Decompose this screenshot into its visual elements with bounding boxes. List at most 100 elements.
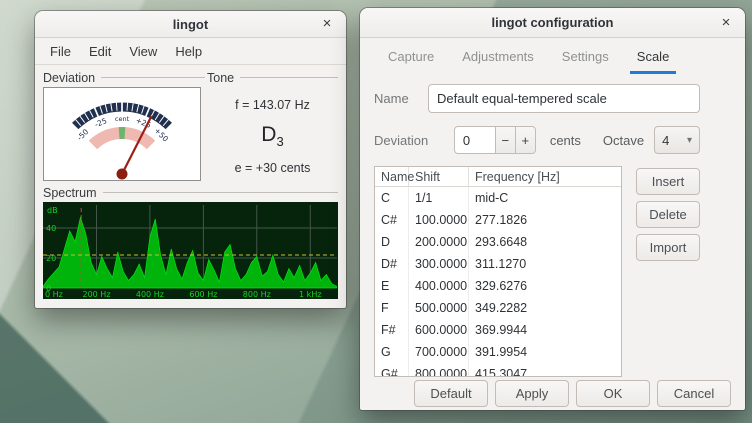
svg-text:-25: -25 <box>93 116 108 129</box>
name-label: Name <box>374 91 428 106</box>
desktop: lingot × File Edit View Help Deviation -… <box>0 0 752 423</box>
tab-bar: Capture Adjustments Settings Scale <box>360 38 745 74</box>
cell-shift: 1/1 <box>409 187 469 209</box>
scale-table: Name Shift Frequency [Hz] C 1/1 mid-C C#… <box>374 166 622 377</box>
svg-text:600 Hz: 600 Hz <box>189 290 217 299</box>
deviation-input[interactable] <box>454 126 496 154</box>
lingot-config-window: lingot configuration × Capture Adjustmen… <box>360 8 745 410</box>
octave-dropdown[interactable]: 4 ▾ <box>654 126 700 154</box>
cell-shift: 500.0000 <box>409 297 469 319</box>
cell-frequency: 293.6648 <box>469 231 621 253</box>
menu-file[interactable]: File <box>41 41 80 62</box>
svg-text:dB: dB <box>47 206 58 215</box>
cell-frequency: 349.2282 <box>469 297 621 319</box>
menu-edit[interactable]: Edit <box>80 41 120 62</box>
column-header-shift[interactable]: Shift <box>409 167 469 186</box>
spectrum-frame: Spectrum dB020400 Hz200 Hz400 Hz600 Hz80… <box>35 181 346 299</box>
menu-help[interactable]: Help <box>166 41 211 62</box>
svg-text:1 kHz: 1 kHz <box>299 290 321 299</box>
table-row[interactable]: E 400.0000 329.6276 <box>375 275 621 297</box>
cell-frequency: 391.9954 <box>469 341 621 363</box>
tone-frame: Tone f = 143.07 Hz D3 e = +30 cents <box>207 69 338 181</box>
cell-shift: 100.0000 <box>409 209 469 231</box>
menubar: File Edit View Help <box>35 38 346 65</box>
note-readout: D3 <box>261 123 283 149</box>
svg-text:200 Hz: 200 Hz <box>82 290 110 299</box>
dialog-action-buttons: Default Apply OK Cancel <box>414 380 731 407</box>
deviation-frame: Deviation -50-25cent+25+50 <box>43 69 205 181</box>
table-row[interactable]: C 1/1 mid-C <box>375 187 621 209</box>
octave-label: Octave <box>603 133 644 148</box>
deviation-frame-label-text: Deviation <box>43 71 95 85</box>
spectrum-plot: dB020400 Hz200 Hz400 Hz600 Hz800 Hz1 kHz <box>43 202 338 299</box>
cents-label: cents <box>550 133 581 148</box>
tab-settings[interactable]: Settings <box>548 38 623 74</box>
cell-frequency: 277.1826 <box>469 209 621 231</box>
note-octave: 3 <box>276 135 283 150</box>
scale-name-input[interactable] <box>428 84 700 113</box>
cell-frequency: 415.3047 <box>469 363 621 377</box>
tone-display: f = 143.07 Hz D3 e = +30 cents <box>207 86 338 181</box>
insert-button[interactable]: Insert <box>636 168 700 195</box>
delete-button[interactable]: Delete <box>636 201 700 228</box>
cell-shift: 700.0000 <box>409 341 469 363</box>
menu-view[interactable]: View <box>120 41 166 62</box>
tab-scale[interactable]: Scale <box>623 38 684 74</box>
svg-text:40: 40 <box>46 224 56 233</box>
main-window-title: lingot <box>173 17 208 32</box>
cancel-button[interactable]: Cancel <box>657 380 731 407</box>
tuner-panels: Deviation -50-25cent+25+50 Tone f = 143.… <box>35 65 346 181</box>
gauge-pivot <box>117 169 128 180</box>
table-row[interactable]: D# 300.0000 311.1270 <box>375 253 621 275</box>
tab-capture[interactable]: Capture <box>374 38 448 74</box>
cell-shift: 200.0000 <box>409 231 469 253</box>
deviation-row: Deviation − + cents Octave 4 ▾ <box>374 126 700 154</box>
svg-text:400 Hz: 400 Hz <box>136 290 164 299</box>
cell-name: D <box>375 231 409 253</box>
cell-name: D# <box>375 253 409 275</box>
cell-frequency: 311.1270 <box>469 253 621 275</box>
tone-frame-label: Tone <box>207 69 338 86</box>
close-icon[interactable]: × <box>317 14 337 34</box>
cell-shift: 800.0000 <box>409 363 469 377</box>
cell-shift: 300.0000 <box>409 253 469 275</box>
table-row[interactable]: G 700.0000 391.9954 <box>375 341 621 363</box>
cell-name: C <box>375 187 409 209</box>
spectrum-frame-label: Spectrum <box>43 184 338 201</box>
apply-button[interactable]: Apply <box>495 380 569 407</box>
config-window-titlebar[interactable]: lingot configuration × <box>360 8 745 38</box>
column-header-name[interactable]: Name <box>375 167 409 186</box>
table-row[interactable]: F# 600.0000 369.9944 <box>375 319 621 341</box>
note-name: D <box>261 123 276 146</box>
default-button[interactable]: Default <box>414 380 488 407</box>
spectrum-frame-label-text: Spectrum <box>43 186 97 200</box>
table-body: C 1/1 mid-C C# 100.0000 277.1826 D 200.0… <box>375 187 621 377</box>
svg-text:20: 20 <box>46 254 56 263</box>
tab-adjustments[interactable]: Adjustments <box>448 38 548 74</box>
ok-button[interactable]: OK <box>576 380 650 407</box>
spin-plus-button[interactable]: + <box>516 126 536 154</box>
cell-name: E <box>375 275 409 297</box>
table-row[interactable]: F 500.0000 349.2282 <box>375 297 621 319</box>
svg-text:0 Hz: 0 Hz <box>45 290 63 299</box>
cell-name: C# <box>375 209 409 231</box>
tone-frame-label-text: Tone <box>207 71 234 85</box>
table-row[interactable]: G# 800.0000 415.3047 <box>375 363 621 377</box>
spin-minus-button[interactable]: − <box>496 126 516 154</box>
cell-name: F# <box>375 319 409 341</box>
table-row[interactable]: D 200.0000 293.6648 <box>375 231 621 253</box>
svg-text:800 Hz: 800 Hz <box>243 290 271 299</box>
column-header-frequency[interactable]: Frequency [Hz] <box>469 167 621 186</box>
deviation-gauge: -50-25cent+25+50 <box>43 87 201 181</box>
table-row[interactable]: C# 100.0000 277.1826 <box>375 209 621 231</box>
import-button[interactable]: Import <box>636 234 700 261</box>
main-window-titlebar[interactable]: lingot × <box>35 11 346 38</box>
config-window-title: lingot configuration <box>491 15 613 30</box>
cell-name: F <box>375 297 409 319</box>
close-icon[interactable]: × <box>716 13 736 33</box>
cell-name: G# <box>375 363 409 377</box>
spectrum-svg: dB020400 Hz200 Hz400 Hz600 Hz800 Hz1 kHz <box>43 202 337 299</box>
deviation-frame-label: Deviation <box>43 69 205 86</box>
cell-frequency: 329.6276 <box>469 275 621 297</box>
deviation-label: Deviation <box>374 133 454 148</box>
